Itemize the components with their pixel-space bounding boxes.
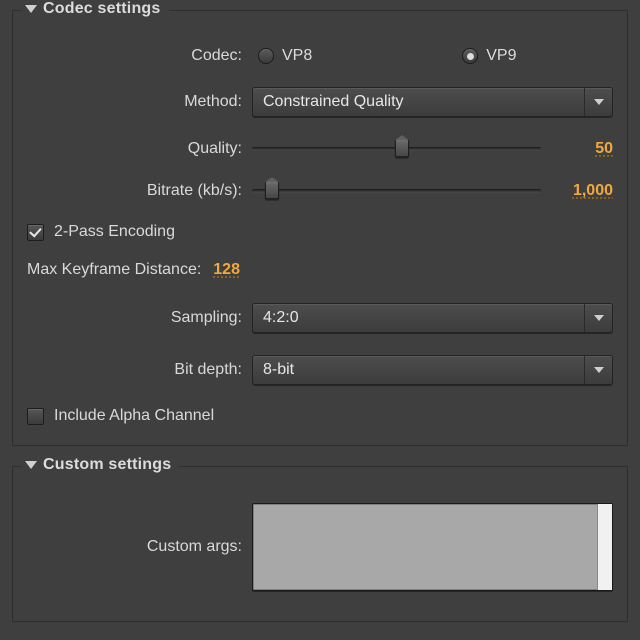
max-keyframe-row: Max Keyframe Distance: 128 bbox=[27, 261, 613, 279]
sampling-row: Sampling: 4:2:0 bbox=[27, 303, 613, 333]
max-keyframe-label: Max Keyframe Distance: bbox=[27, 261, 201, 279]
custom-settings-legend[interactable]: Custom settings bbox=[21, 456, 179, 474]
codec-radio-vp9[interactable]: VP9 bbox=[462, 47, 516, 65]
two-pass-row: 2-Pass Encoding bbox=[27, 223, 613, 241]
slider-thumb[interactable] bbox=[395, 139, 409, 157]
codec-radio-vp8[interactable]: VP8 bbox=[258, 47, 312, 65]
scrollbar[interactable] bbox=[597, 504, 612, 590]
custom-args-row: Custom args: bbox=[27, 503, 613, 591]
sampling-dropdown[interactable]: 4:2:0 bbox=[252, 303, 613, 333]
codec-settings-group: Codec settings Codec: VP8 VP9 Method: bbox=[12, 10, 628, 446]
include-alpha-label: Include Alpha Channel bbox=[54, 407, 214, 425]
radio-dot-icon bbox=[462, 48, 478, 64]
dropdown-arrow-box bbox=[584, 356, 612, 384]
codec-radio-group: VP8 VP9 bbox=[252, 47, 613, 65]
radio-dot-icon bbox=[258, 48, 274, 64]
bitdepth-dropdown[interactable]: 8-bit bbox=[252, 355, 613, 385]
bitrate-slider[interactable] bbox=[252, 181, 541, 201]
codec-settings-title: Codec settings bbox=[43, 0, 161, 18]
bitrate-value[interactable]: 1,000 bbox=[557, 182, 613, 200]
chevron-down-icon bbox=[594, 99, 604, 105]
bitdepth-label: Bit depth: bbox=[27, 361, 252, 379]
bitdepth-row: Bit depth: 8-bit bbox=[27, 355, 613, 385]
bitdepth-dropdown-value: 8-bit bbox=[263, 361, 294, 379]
max-keyframe-value[interactable]: 128 bbox=[213, 261, 240, 279]
codec-label: Codec: bbox=[27, 47, 252, 65]
two-pass-checkbox[interactable] bbox=[27, 224, 44, 241]
custom-args-input[interactable] bbox=[252, 503, 613, 591]
two-pass-label: 2-Pass Encoding bbox=[54, 223, 175, 241]
quality-value[interactable]: 50 bbox=[557, 140, 613, 158]
codec-radio-vp8-label: VP8 bbox=[282, 47, 312, 65]
method-dropdown-value: Constrained Quality bbox=[263, 93, 404, 111]
disclosure-triangle-icon[interactable] bbox=[25, 461, 37, 469]
chevron-down-icon bbox=[594, 315, 604, 321]
dropdown-arrow-box bbox=[584, 88, 612, 116]
quality-row: Quality: 50 bbox=[27, 139, 613, 159]
method-row: Method: Constrained Quality bbox=[27, 87, 613, 117]
slider-track bbox=[252, 189, 541, 193]
sampling-dropdown-value: 4:2:0 bbox=[263, 309, 299, 327]
method-label: Method: bbox=[27, 93, 252, 111]
custom-settings-group: Custom settings Custom args: bbox=[12, 466, 628, 622]
include-alpha-checkbox[interactable] bbox=[27, 408, 44, 425]
custom-args-label: Custom args: bbox=[27, 538, 252, 556]
quality-slider[interactable] bbox=[252, 139, 541, 159]
disclosure-triangle-icon[interactable] bbox=[25, 5, 37, 13]
sampling-label: Sampling: bbox=[27, 309, 252, 327]
dropdown-arrow-box bbox=[584, 304, 612, 332]
codec-radio-vp9-label: VP9 bbox=[486, 47, 516, 65]
bitrate-row: Bitrate (kb/s): 1,000 bbox=[27, 181, 613, 201]
settings-panel: Codec settings Codec: VP8 VP9 Method: bbox=[0, 0, 640, 640]
codec-row: Codec: VP8 VP9 bbox=[27, 47, 613, 65]
codec-settings-legend[interactable]: Codec settings bbox=[21, 0, 169, 18]
include-alpha-row: Include Alpha Channel bbox=[27, 407, 613, 425]
chevron-down-icon bbox=[594, 367, 604, 373]
custom-settings-title: Custom settings bbox=[43, 456, 171, 474]
slider-thumb[interactable] bbox=[265, 181, 279, 199]
quality-label: Quality: bbox=[27, 140, 252, 158]
bitrate-label: Bitrate (kb/s): bbox=[27, 182, 252, 200]
method-dropdown[interactable]: Constrained Quality bbox=[252, 87, 613, 117]
